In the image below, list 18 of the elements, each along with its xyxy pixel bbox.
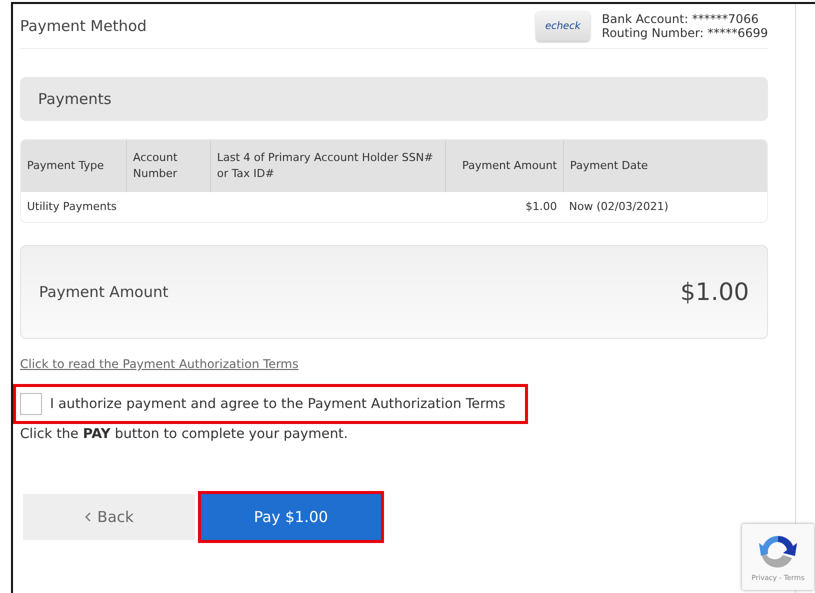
table-cell-text: $1.00: [524, 199, 558, 215]
routing-number-text: Routing Number: *****6699: [602, 26, 768, 40]
back-button[interactable]: Back: [23, 494, 195, 540]
total-label: Payment Amount: [39, 283, 168, 301]
bank-account-text: Bank Account: ******7066: [602, 12, 760, 26]
checkbox[interactable]: [20, 393, 42, 415]
checkbox-label: I authorize payment and agree to the Payment Authorization Terms: [50, 396, 506, 412]
total-amount: $1.00: [680, 278, 749, 306]
table-cell-text: Now (02/03/2021): [568, 199, 670, 215]
chevron-left-icon: [84, 512, 92, 522]
pay-button[interactable]: Pay $1.00: [201, 494, 381, 540]
table-cell-text: Utility Payments: [26, 199, 118, 215]
section-title: Payment Method: [20, 17, 147, 35]
terms-link[interactable]: Click to read the Payment Authorization Terms: [20, 357, 298, 371]
column-header: Payment Type: [26, 158, 105, 174]
echeck-logo: echeck: [536, 11, 590, 41]
instruction-text: Click the PAY button to complete your payment.: [20, 426, 349, 442]
panel-title: Payments: [38, 90, 112, 108]
